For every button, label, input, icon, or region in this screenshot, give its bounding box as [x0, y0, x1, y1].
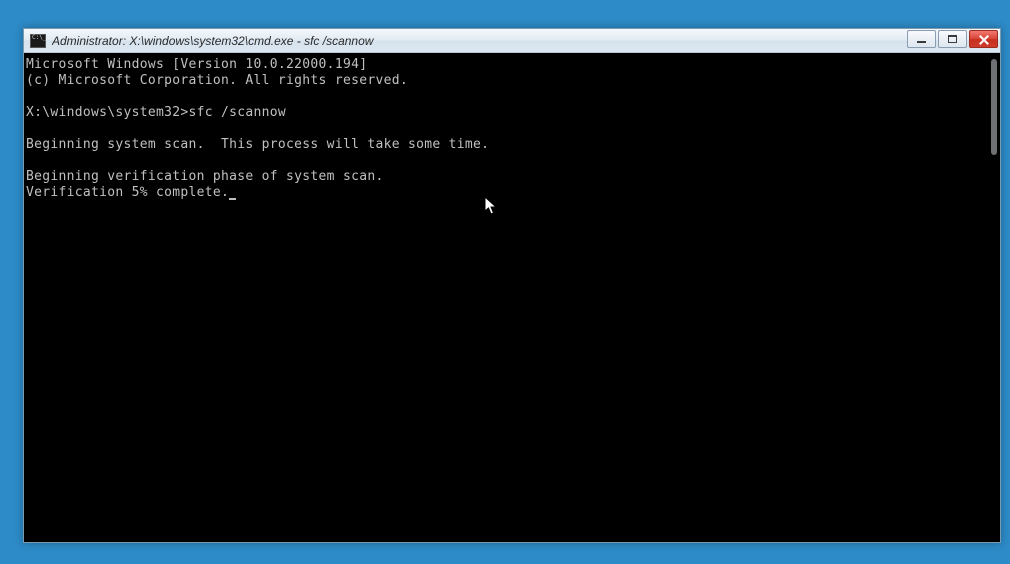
- console-output: Microsoft Windows [Version 10.0.22000.19…: [24, 53, 1000, 201]
- close-button[interactable]: [969, 30, 998, 48]
- window-title: Administrator: X:\windows\system32\cmd.e…: [52, 34, 907, 48]
- minimize-icon: [917, 41, 926, 43]
- output-line: (c) Microsoft Corporation. All rights re…: [26, 73, 408, 88]
- minimize-button[interactable]: [907, 30, 936, 48]
- window-controls: [907, 29, 998, 52]
- output-line: Beginning system scan. This process will…: [26, 137, 489, 152]
- close-icon: [978, 35, 989, 44]
- titlebar[interactable]: Administrator: X:\windows\system32\cmd.e…: [24, 29, 1000, 53]
- prompt-line: X:\windows\system32>sfc /scannow: [26, 105, 286, 120]
- text-cursor: [229, 198, 236, 200]
- cmd-icon: [30, 34, 46, 48]
- cmd-window: Administrator: X:\windows\system32\cmd.e…: [23, 28, 1001, 543]
- console-area[interactable]: Microsoft Windows [Version 10.0.22000.19…: [24, 53, 1000, 542]
- output-line: Beginning verification phase of system s…: [26, 169, 384, 184]
- scrollbar-thumb[interactable]: [991, 59, 997, 155]
- maximize-icon: [948, 35, 957, 43]
- maximize-button[interactable]: [938, 30, 967, 48]
- progress-line: Verification 5% complete.: [26, 185, 229, 200]
- output-line: Microsoft Windows [Version 10.0.22000.19…: [26, 57, 367, 72]
